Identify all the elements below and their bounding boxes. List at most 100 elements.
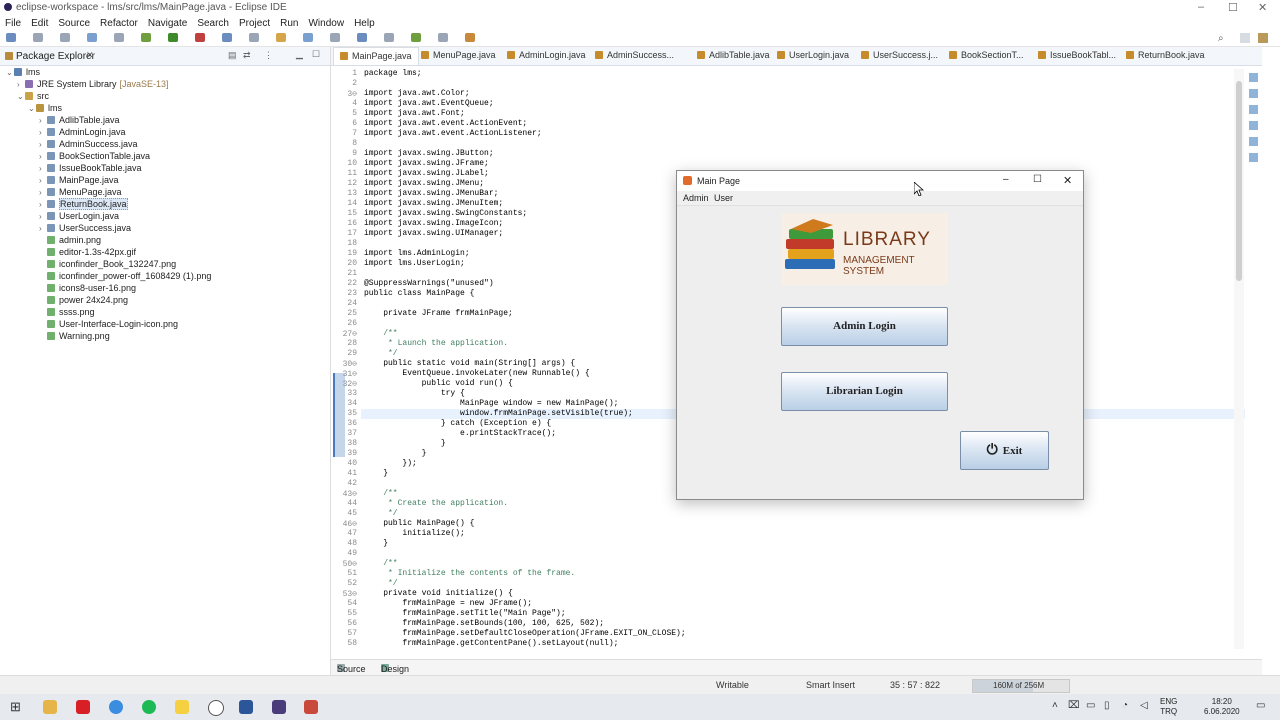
tree-item[interactable]: › UserSuccess.java bbox=[39, 223, 131, 235]
tree-item[interactable]: ssss.png bbox=[39, 307, 95, 319]
code-line[interactable]: 58 frmMainPage.getContentPane().setLayou… bbox=[331, 639, 1211, 649]
tree-item[interactable]: ⌄ lms bbox=[28, 103, 62, 115]
editor-tab[interactable]: AdminSuccess... bbox=[595, 50, 674, 60]
declaration-icon[interactable] bbox=[1249, 137, 1258, 146]
code-line[interactable]: 2 bbox=[331, 79, 1211, 89]
tree-item[interactable]: iconfinder_Book_132247.png bbox=[39, 259, 176, 271]
build-icon[interactable] bbox=[249, 33, 259, 42]
open-type-icon[interactable] bbox=[330, 33, 340, 42]
editor-tab[interactable]: UserLogin.java bbox=[777, 50, 849, 60]
code-line[interactable]: 45 */ bbox=[331, 509, 1211, 519]
editor-tab[interactable]: MenuPage.java bbox=[421, 50, 496, 60]
save-all-icon[interactable] bbox=[60, 33, 70, 42]
search-icon[interactable]: ⌕ bbox=[1218, 33, 1224, 44]
coverage-icon[interactable] bbox=[195, 33, 205, 42]
tree-item[interactable]: icons8-user-16.png bbox=[39, 283, 136, 295]
tree-item[interactable]: › UserLogin.java bbox=[39, 211, 119, 223]
tree-spacer[interactable]: › bbox=[39, 140, 47, 149]
maximize-view-icon[interactable]: ☐ bbox=[312, 49, 320, 60]
menu-project[interactable]: Project bbox=[239, 18, 270, 29]
tree-item[interactable]: › JRE System Library [JavaSE-13] bbox=[17, 79, 169, 91]
tree-item[interactable]: power 24x24.png bbox=[39, 295, 128, 307]
tray-network-icon[interactable]: ◔ bbox=[1122, 700, 1128, 711]
menu-help[interactable]: Help bbox=[354, 18, 375, 29]
language-indicator[interactable]: ENG TRQ bbox=[1160, 697, 1177, 717]
tree-spacer[interactable]: › bbox=[39, 128, 47, 137]
tray-battery-icon[interactable]: ▯ bbox=[1104, 700, 1110, 711]
code-line[interactable]: 49 bbox=[331, 549, 1211, 559]
menu-window[interactable]: Window bbox=[308, 18, 344, 29]
code-line[interactable]: 8 bbox=[331, 139, 1211, 149]
app-minimize-icon[interactable]: – bbox=[1003, 174, 1009, 185]
expand-arrow-icon[interactable]: ⌄ bbox=[6, 68, 14, 77]
code-line[interactable]: 53⊖ private void initialize() { bbox=[331, 589, 1211, 599]
menu-refactor[interactable]: Refactor bbox=[100, 18, 138, 29]
librarian-login-button[interactable]: Librarian Login bbox=[781, 372, 948, 411]
tree-spacer[interactable]: › bbox=[39, 212, 47, 221]
code-line[interactable]: 44 * Create the application. bbox=[331, 499, 1211, 509]
main-page-title-bar[interactable]: Main Page – ☐ ✕ bbox=[677, 171, 1083, 191]
expand-arrow-icon[interactable]: › bbox=[17, 80, 25, 89]
close-view-icon[interactable]: ✕ bbox=[86, 50, 94, 61]
annotation-icon[interactable] bbox=[384, 33, 394, 42]
tree-spacer[interactable]: › bbox=[39, 164, 47, 173]
notes-app-icon[interactable] bbox=[175, 700, 189, 714]
task-list-icon[interactable] bbox=[1249, 89, 1258, 98]
code-line[interactable]: 56 frmMainPage.setBounds(100, 100, 625, … bbox=[331, 619, 1211, 629]
windows-start-icon[interactable]: ⊞ bbox=[10, 699, 21, 715]
tree-spacer[interactable]: › bbox=[39, 224, 47, 233]
javadoc-icon[interactable] bbox=[1249, 121, 1258, 130]
menu-admin[interactable]: Admin bbox=[683, 193, 709, 203]
back-icon[interactable] bbox=[438, 33, 448, 42]
chrome-icon[interactable] bbox=[109, 700, 123, 714]
search-tool-icon[interactable] bbox=[357, 33, 367, 42]
menu-source[interactable]: Source bbox=[58, 18, 90, 29]
spotify-icon[interactable] bbox=[142, 700, 156, 714]
admin-login-button[interactable]: Admin Login bbox=[781, 307, 948, 346]
tree-item[interactable]: › MainPage.java bbox=[39, 175, 119, 187]
editor-tab[interactable]: BookSectionT... bbox=[949, 50, 1024, 60]
editor-tab[interactable]: ReturnBook.java bbox=[1126, 50, 1205, 60]
tree-item[interactable]: › AdminLogin.java bbox=[39, 127, 126, 139]
editor-tab[interactable]: IssueBookTabl... bbox=[1038, 50, 1116, 60]
app-maximize-icon[interactable]: ☐ bbox=[1033, 174, 1042, 185]
toggle-icon[interactable] bbox=[114, 33, 124, 42]
editor-tab[interactable]: UserSuccess.j... bbox=[861, 50, 938, 60]
heap-status[interactable]: 160M of 256M bbox=[972, 679, 1070, 693]
app-close-icon[interactable]: ✕ bbox=[1063, 174, 1072, 187]
print-icon[interactable] bbox=[87, 33, 97, 42]
tray-volume-icon[interactable]: ◁ bbox=[1140, 700, 1148, 711]
java-perspective-icon[interactable] bbox=[1258, 33, 1268, 43]
menu-file[interactable]: File bbox=[5, 18, 21, 29]
tree-item[interactable]: ⌄ lms bbox=[6, 67, 40, 79]
outline-icon[interactable] bbox=[1249, 73, 1258, 82]
menu-user[interactable]: User bbox=[714, 193, 733, 203]
tree-item[interactable]: admin.png bbox=[39, 235, 101, 247]
save-icon[interactable] bbox=[33, 33, 43, 42]
code-line[interactable]: 10 import javax.swing.JFrame; bbox=[331, 159, 1211, 169]
tree-item[interactable]: User-Interface-Login-icon.png bbox=[39, 319, 178, 331]
new-package-icon[interactable] bbox=[276, 33, 286, 42]
tray-display-icon[interactable]: ▭ bbox=[1086, 700, 1095, 711]
link-editor-icon[interactable]: ⇄ bbox=[243, 50, 251, 61]
code-line[interactable]: 55 frmMainPage.setTitle("Main Page"); bbox=[331, 609, 1211, 619]
menu-search[interactable]: Search bbox=[197, 18, 229, 29]
notification-icon[interactable]: ▭ bbox=[1256, 700, 1265, 711]
exit-button[interactable]: ⏻ Exit bbox=[960, 431, 1049, 470]
code-line[interactable]: 51 * Initialize the contents of the fram… bbox=[331, 569, 1211, 579]
editor-tab[interactable]: AdlibTable.java bbox=[697, 50, 770, 60]
word-icon[interactable] bbox=[239, 700, 253, 714]
tree-item[interactable]: › IssueBookTable.java bbox=[39, 163, 142, 175]
tree-item[interactable]: › ReturnBook.java bbox=[39, 198, 128, 211]
external-tools-icon[interactable] bbox=[222, 33, 232, 42]
tree-spacer[interactable]: › bbox=[39, 116, 47, 125]
vertical-scrollbar[interactable] bbox=[1234, 69, 1244, 649]
code-line[interactable]: 4 import java.awt.EventQueue; bbox=[331, 99, 1211, 109]
tray-chevron-icon[interactable]: ˄ bbox=[1052, 700, 1058, 711]
code-line[interactable]: 3⊖ import java.awt.Color; bbox=[331, 89, 1211, 99]
minimize-view-icon[interactable]: ▁ bbox=[296, 49, 303, 60]
new-class-icon[interactable] bbox=[303, 33, 313, 42]
tree-spacer[interactable]: › bbox=[39, 200, 47, 209]
java-app-taskbar-icon[interactable] bbox=[304, 700, 318, 714]
eclipse-taskbar-icon[interactable] bbox=[272, 700, 286, 714]
